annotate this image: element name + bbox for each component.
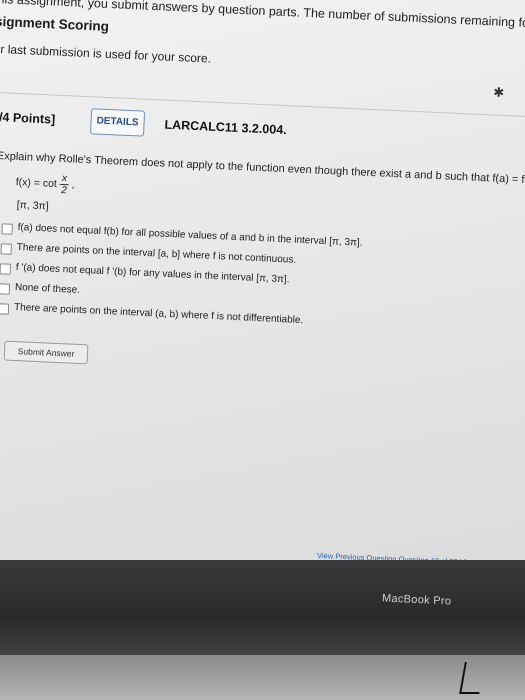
laptop-hinge xyxy=(0,655,525,700)
answer-options: f(a) does not equal f(b) for all possibl… xyxy=(0,220,363,326)
page-content: this assignment, you submit answers by q… xyxy=(0,0,525,560)
browser-screen: this assignment, you submit answers by q… xyxy=(0,0,525,560)
assignment-scoring-heading: signment Scoring xyxy=(0,13,110,34)
option-checkbox[interactable] xyxy=(0,283,11,295)
fraction-numerator: x xyxy=(59,172,70,186)
function-expression: f(x) = cot x 2 , xyxy=(15,172,75,197)
fraction-denominator: 2 xyxy=(60,184,68,197)
option-checkbox[interactable] xyxy=(0,243,12,255)
option-label: There are points on the interval [a, b] … xyxy=(16,242,297,266)
scoring-note: ur last submission is used for your scor… xyxy=(0,41,212,66)
question-points: [-/4 Points] xyxy=(0,109,56,127)
option-checkbox[interactable] xyxy=(1,223,13,235)
question-prompt: Explain why Rolle's Theorem does not app… xyxy=(0,150,525,192)
function-lhs: f(x) = cot xyxy=(15,176,58,191)
option-label: None of these. xyxy=(14,281,81,296)
option-1[interactable]: f(a) does not equal f(b) for all possibl… xyxy=(1,220,363,249)
option-2[interactable]: There are points on the interval [a, b] … xyxy=(0,240,296,266)
function-fraction: x 2 xyxy=(59,172,70,197)
details-button[interactable]: DETAILS xyxy=(90,108,146,137)
option-label: There are points on the interval (a, b) … xyxy=(13,301,304,327)
option-label: f '(a) does not equal f '(b) for any val… xyxy=(15,262,290,286)
option-checkbox[interactable] xyxy=(0,263,12,275)
option-checkbox[interactable] xyxy=(0,303,10,315)
question-navigation[interactable]: View Previous Question Question 18 of 22… xyxy=(317,551,525,560)
pin-icon: ✱ xyxy=(492,84,505,100)
question-id: LARCALC11 3.2.004. xyxy=(164,117,287,138)
interval: [π, 3π] xyxy=(16,198,49,213)
submit-answer-button[interactable]: Submit Answer xyxy=(3,340,89,365)
